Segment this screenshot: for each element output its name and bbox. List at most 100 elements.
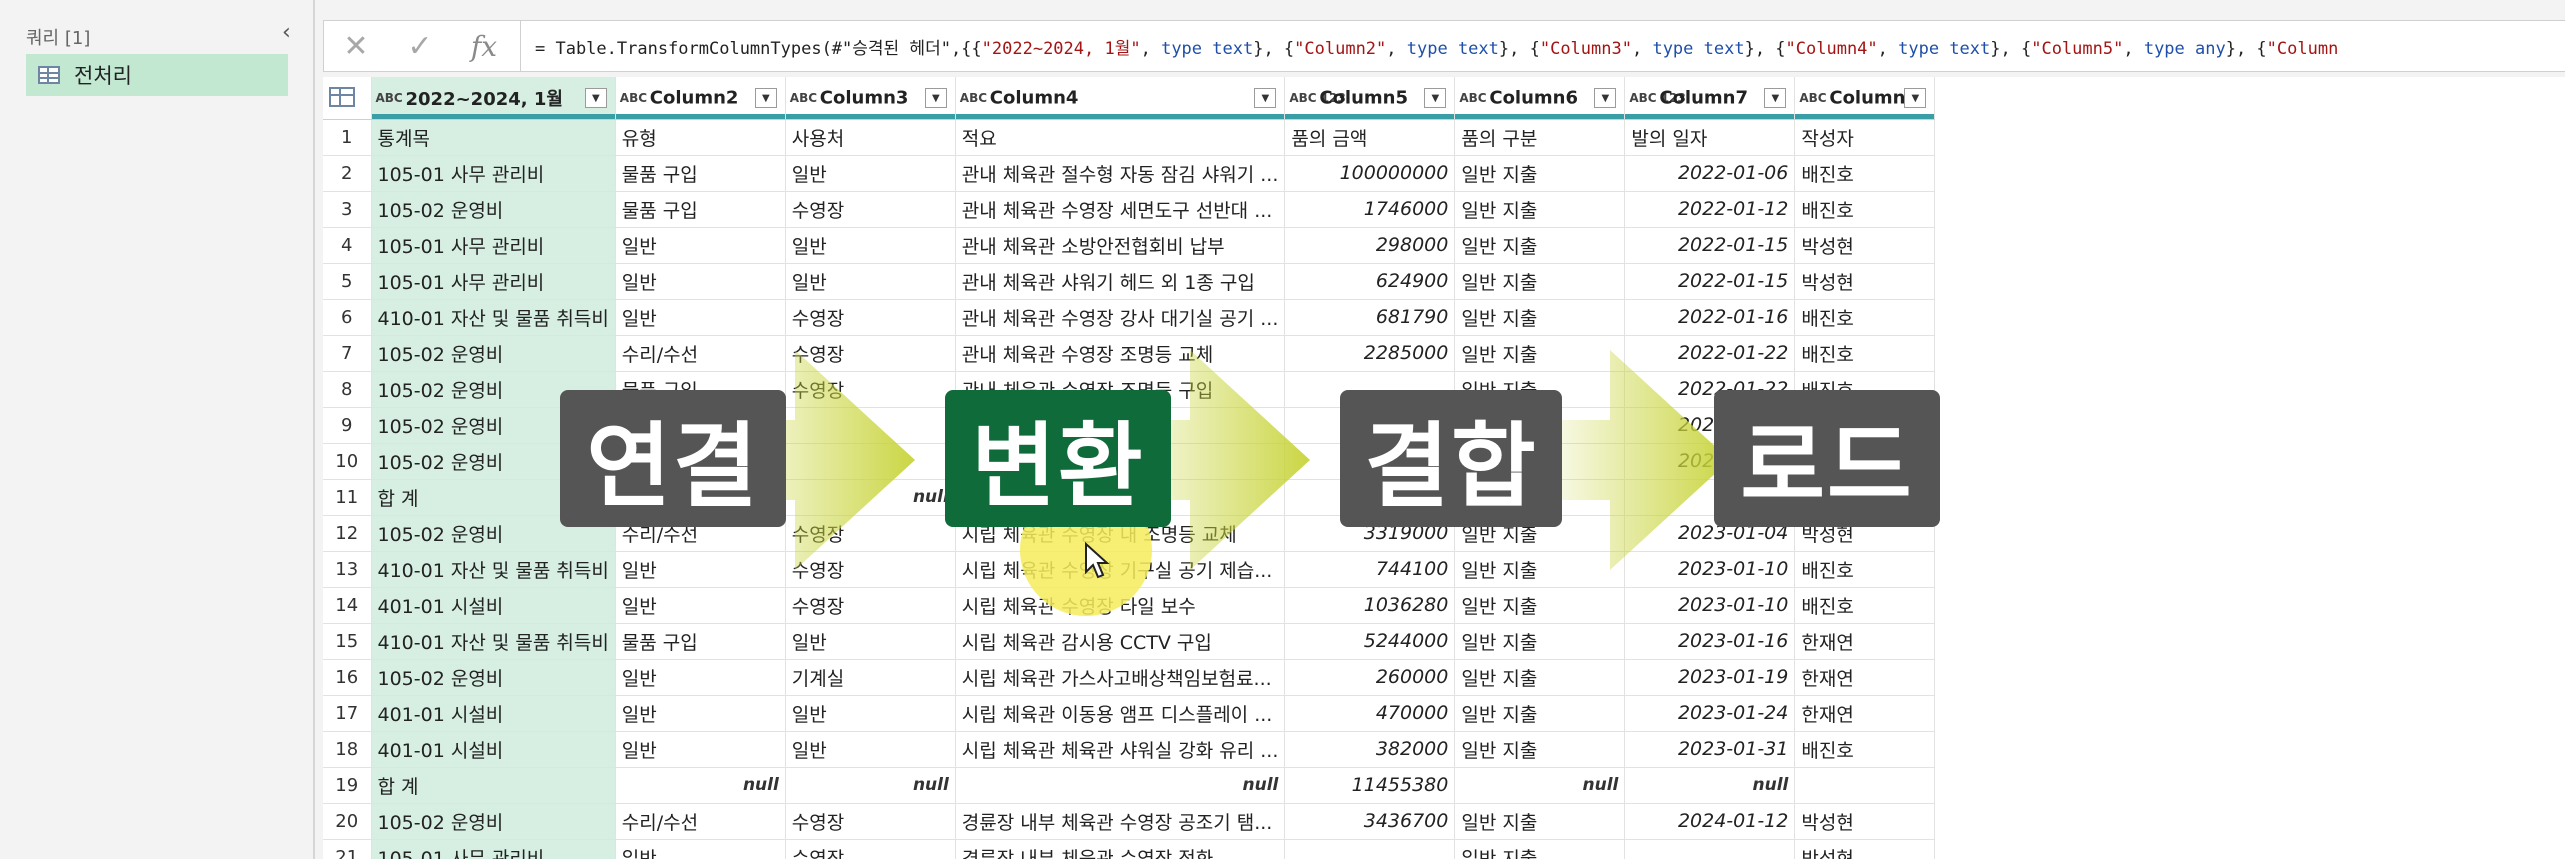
type-icon[interactable]: ABC <box>1459 92 1489 104</box>
table-cell[interactable]: 품의 구분 <box>1454 119 1626 156</box>
column-header[interactable]: ABC Column4 ▼ <box>955 77 1286 120</box>
table-cell[interactable]: 2022-01-15 <box>1624 227 1796 264</box>
table-cell[interactable]: 624900 <box>1284 263 1456 300</box>
table-cell[interactable]: 수리/수선 <box>615 803 786 840</box>
table-cell[interactable]: 물품 구입 <box>615 155 786 192</box>
column-header[interactable]: ABC 123Column5 ▼ <box>1284 77 1456 120</box>
table-cell[interactable]: 2023-01-31 <box>1624 731 1796 768</box>
cancel-formula-button[interactable]: ✕ <box>324 21 388 71</box>
table-cell[interactable]: 105-01 사무 관리비 <box>371 155 616 192</box>
table-cell[interactable]: 시립 체육관 가스사고배상책임보험료... <box>955 659 1286 696</box>
table-cell[interactable]: 시립 체육관 감시용 CCTV 구입 <box>955 623 1286 660</box>
type-icon[interactable]: ABC <box>790 92 820 104</box>
table-cell[interactable]: 박성현 <box>1794 263 1936 300</box>
type-icon[interactable]: ABC <box>620 92 650 104</box>
table-cell[interactable]: 배진호 <box>1794 335 1936 372</box>
table-cell[interactable]: 2023-01-16 <box>1624 623 1796 660</box>
filter-dropdown-icon[interactable]: ▼ <box>1904 88 1927 108</box>
table-cell[interactable]: 일반 지출 <box>1454 623 1626 660</box>
table-cell[interactable]: 2022-01-12 <box>1624 191 1796 228</box>
table-cell[interactable]: 401-01 시설비 <box>371 695 616 732</box>
table-cell[interactable]: 일반 <box>785 227 956 264</box>
table-cell[interactable]: 2023-01-19 <box>1624 659 1796 696</box>
table-cell[interactable]: 물품 구입 <box>615 191 786 228</box>
collapse-pane-button[interactable]: ‹ <box>282 20 291 45</box>
table-cell[interactable]: 수영장 <box>785 299 956 336</box>
table-cell[interactable]: 일반 지출 <box>1454 839 1626 859</box>
table-cell[interactable] <box>1624 839 1796 859</box>
table-cell[interactable]: 경륜장 내부 체육관 수영장 공조기 탬... <box>955 803 1286 840</box>
type-icon[interactable]: ABC 123 <box>1289 92 1345 104</box>
table-cell[interactable]: 유형 <box>615 119 786 156</box>
insert-function-button[interactable]: fx <box>452 21 516 71</box>
table-cell[interactable]: 일반 <box>615 659 786 696</box>
table-cell[interactable]: 관내 체육관 수영장 강사 대기실 공기 ... <box>955 299 1286 336</box>
table-cell[interactable]: 품의 금액 <box>1284 119 1456 156</box>
table-cell[interactable]: 2022-01-06 <box>1624 155 1796 192</box>
table-cell[interactable]: 681790 <box>1284 299 1456 336</box>
table-cell[interactable]: 일반 <box>785 695 956 732</box>
table-cell[interactable]: 일반 <box>785 623 956 660</box>
table-cell[interactable]: 일반 <box>615 839 786 859</box>
table-cell[interactable]: null <box>785 767 956 804</box>
table-cell[interactable]: 2022-01-16 <box>1624 299 1796 336</box>
filter-dropdown-icon[interactable]: ▼ <box>1424 88 1447 108</box>
table-cell[interactable]: 일반 <box>615 227 786 264</box>
table-cell[interactable]: 100000000 <box>1284 155 1456 192</box>
table-cell[interactable]: 105-02 운영비 <box>371 191 616 228</box>
table-cell[interactable]: 2024-01-12 <box>1624 803 1796 840</box>
table-cell[interactable]: 일반 <box>785 155 956 192</box>
table-cell[interactable]: 2285000 <box>1284 335 1456 372</box>
table-cell[interactable]: 1036280 <box>1284 587 1456 624</box>
table-cell[interactable]: 수영장 <box>785 191 956 228</box>
column-header[interactable]: ABC 2022~2024, 1월 ▼ <box>371 77 616 120</box>
table-cell[interactable]: 410-01 자산 및 물품 취득비 <box>371 551 616 588</box>
query-item-preprocess[interactable]: 전처리 <box>26 54 288 96</box>
table-cell[interactable]: 1746000 <box>1284 191 1456 228</box>
table-cell[interactable]: 일반 지출 <box>1454 659 1626 696</box>
table-cell[interactable]: 발의 일자 <box>1624 119 1796 156</box>
table-cell[interactable]: 한재연 <box>1794 659 1936 696</box>
table-cell[interactable] <box>1794 767 1936 804</box>
table-cell[interactable]: 수영장 <box>785 803 956 840</box>
table-cell[interactable]: 배진호 <box>1794 587 1936 624</box>
filter-dropdown-icon[interactable]: ▼ <box>1764 88 1787 108</box>
table-cell[interactable]: 2022-01-15 <box>1624 263 1796 300</box>
type-icon[interactable]: ABC <box>1799 92 1829 104</box>
table-cell[interactable]: 일반 지출 <box>1454 587 1626 624</box>
filter-dropdown-icon[interactable]: ▼ <box>1594 88 1617 108</box>
filter-dropdown-icon[interactable]: ▼ <box>754 88 777 108</box>
type-icon[interactable]: ABC 123 <box>1629 92 1685 104</box>
table-cell[interactable]: 배진호 <box>1794 299 1936 336</box>
table-cell[interactable]: 배진호 <box>1794 551 1936 588</box>
table-cell[interactable]: 일반 <box>785 731 956 768</box>
table-cell[interactable]: 3436700 <box>1284 803 1456 840</box>
table-cell[interactable]: null <box>1454 767 1626 804</box>
type-icon[interactable]: ABC <box>376 92 406 104</box>
table-cell[interactable]: 401-01 시설비 <box>371 731 616 768</box>
table-cell[interactable]: 382000 <box>1284 731 1456 768</box>
table-cell[interactable]: 11455380 <box>1284 767 1456 804</box>
table-cell[interactable]: 박성현 <box>1794 803 1936 840</box>
table-cell[interactable]: 410-01 자산 및 물품 취득비 <box>371 299 616 336</box>
table-cell[interactable]: 배진호 <box>1794 191 1936 228</box>
table-cell[interactable]: null <box>955 767 1286 804</box>
table-cell[interactable]: 105-02 운영비 <box>371 335 616 372</box>
table-cell[interactable]: 260000 <box>1284 659 1456 696</box>
table-cell[interactable]: 일반 <box>615 731 786 768</box>
column-header[interactable]: ABC Column8 ▼ <box>1794 77 1936 120</box>
filter-dropdown-icon[interactable]: ▼ <box>924 88 947 108</box>
table-cell[interactable]: 일반 지출 <box>1454 731 1626 768</box>
table-cell[interactable]: 일반 지출 <box>1454 227 1626 264</box>
table-cell[interactable]: 일반 지출 <box>1454 299 1626 336</box>
table-cell[interactable]: 박성현 <box>1794 227 1936 264</box>
table-cell[interactable]: 수영장 <box>785 839 956 859</box>
table-cell[interactable]: 일반 <box>615 299 786 336</box>
table-cell[interactable]: 2023-01-24 <box>1624 695 1796 732</box>
table-cell[interactable]: 일반 지출 <box>1454 695 1626 732</box>
table-menu-button[interactable] <box>323 77 372 120</box>
table-cell[interactable]: null <box>1624 767 1796 804</box>
table-cell[interactable]: 470000 <box>1284 695 1456 732</box>
table-cell[interactable]: 배진호 <box>1794 155 1936 192</box>
table-cell[interactable]: 일반 <box>615 587 786 624</box>
